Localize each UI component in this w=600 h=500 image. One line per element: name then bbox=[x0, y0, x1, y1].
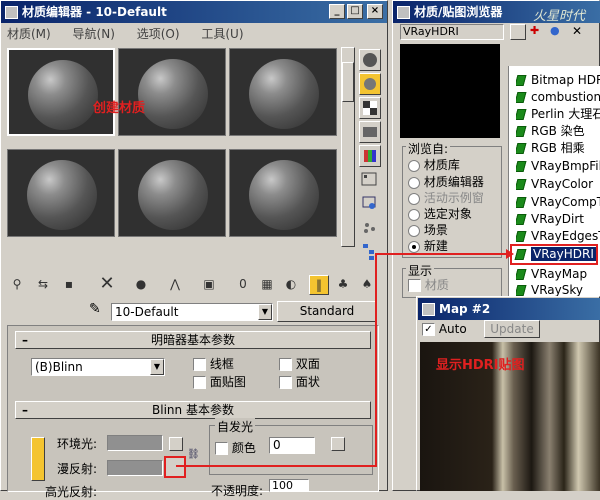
annotation-connector bbox=[176, 249, 514, 467]
